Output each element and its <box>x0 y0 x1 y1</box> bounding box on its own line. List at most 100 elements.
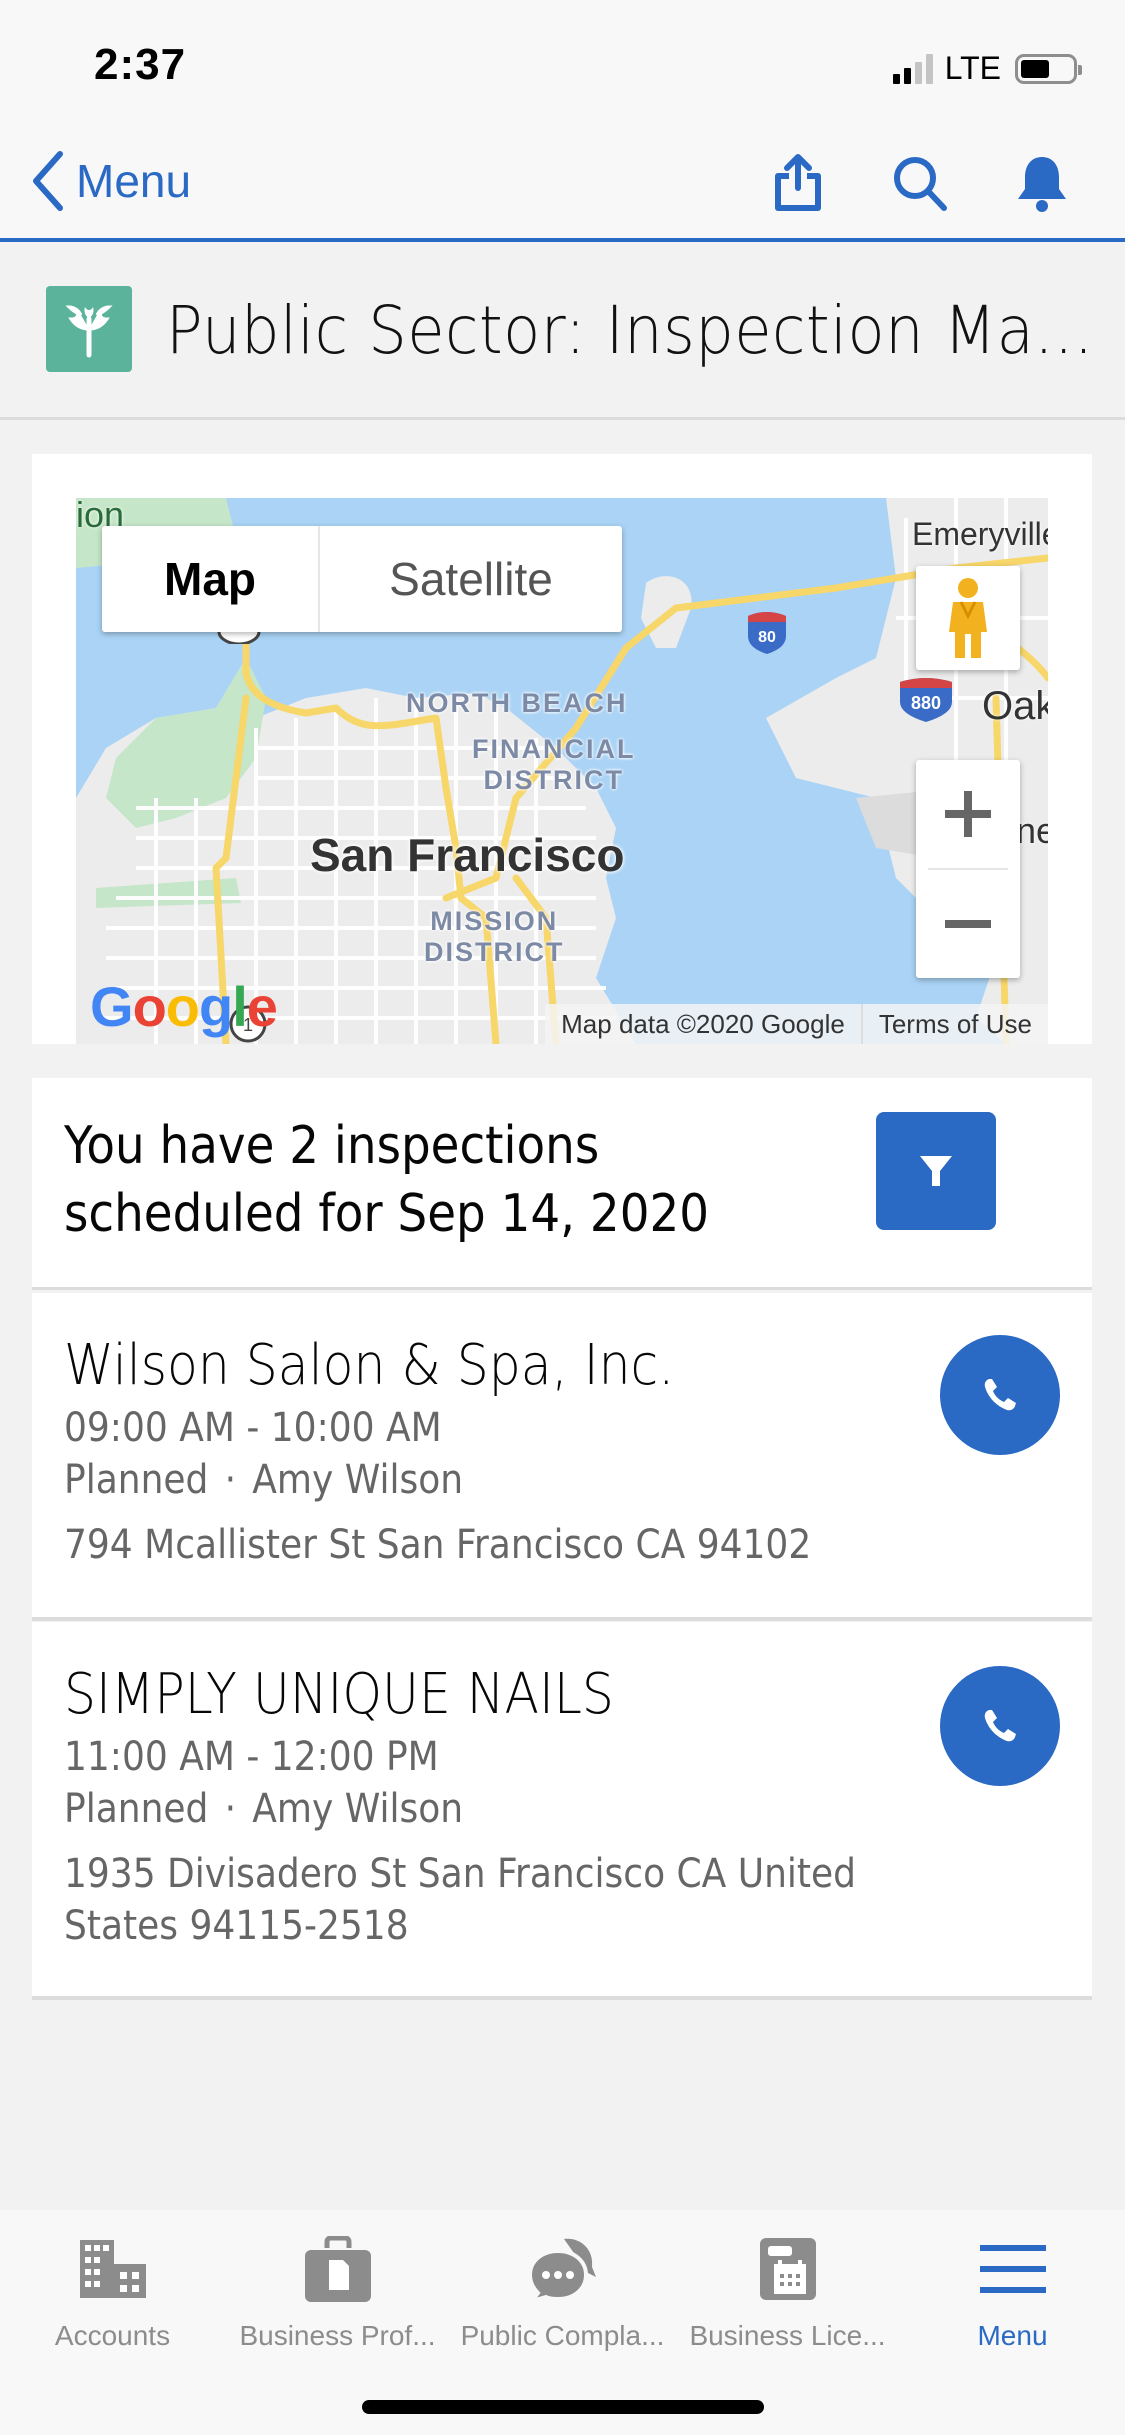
status-bar: 2:37 LTE <box>0 0 1125 132</box>
map-label-financial: FINANCIAL <box>472 734 636 764</box>
app-icon <box>46 286 132 372</box>
back-button[interactable]: Menu <box>30 150 191 212</box>
inspection-name[interactable]: Wilson Salon & Spa, Inc. <box>64 1333 674 1398</box>
google-logo-l: l <box>232 975 248 1038</box>
nav-actions <box>763 148 1077 218</box>
briefcase-icon <box>304 2236 371 2302</box>
phone-icon <box>984 1710 1016 1742</box>
inspection-item[interactable]: SIMPLY UNIQUE NAILS 11:00 AM - 12:00 PM … <box>32 1622 1092 2000</box>
google-logo: Google <box>90 974 278 1039</box>
google-logo-o1: o <box>132 975 167 1038</box>
map-label-north-beach: NORTH BEACH <box>406 688 628 718</box>
map-label-financial-district: FINANCIAL DISTRICT <box>472 734 635 796</box>
map-card: 80 880 1 ion Emeryville Oak ne NORTH BEA… <box>32 454 1092 1044</box>
map-label-financial-district-line2: DISTRICT <box>483 765 624 795</box>
map-label-emeryville: Emeryville <box>912 516 1048 552</box>
zoom-out-button[interactable] <box>916 870 1020 978</box>
notifications-button[interactable] <box>1007 148 1077 218</box>
tab-business-profiles[interactable]: Business Prof... <box>225 2232 450 2352</box>
inspection-status: Planned <box>64 1457 209 1503</box>
zoom-control <box>916 760 1020 978</box>
inspection-name[interactable]: SIMPLY UNIQUE NAILS <box>64 1662 614 1727</box>
map-type-control: Map Satellite <box>102 526 622 632</box>
highway-shield-880: 880 <box>900 678 952 722</box>
inspection-summary: You have 2 inspections scheduled for Sep… <box>32 1078 1092 1290</box>
inspection-inspector: Amy Wilson <box>252 1786 464 1832</box>
map-label-mission: MISSION <box>430 906 559 936</box>
status-time: 2:37 <box>94 40 187 89</box>
calendar-icon <box>759 2238 816 2300</box>
search-icon <box>894 157 947 211</box>
back-label: Menu <box>76 155 192 207</box>
meta-separator: · <box>224 1786 237 1832</box>
call-button[interactable] <box>940 1335 1060 1455</box>
summary-line-1: You have 2 inspections <box>64 1116 600 1176</box>
summary-text: You have 2 inspections scheduled for Sep… <box>64 1112 709 1248</box>
plus-icon <box>945 791 991 837</box>
filter-icon <box>920 1156 952 1186</box>
filter-button[interactable] <box>876 1112 996 1230</box>
google-logo-e: e <box>246 975 278 1038</box>
app-header: Public Sector: Inspection Ma... <box>0 246 1125 420</box>
tab-label: Public Compla... <box>460 2320 665 2351</box>
inspection-time: 11:00 AM - 12:00 PM <box>64 1734 439 1780</box>
inspection-address: 794 Mcallister St San Francisco CA 94102 <box>64 1522 812 1568</box>
network-label: LTE <box>944 50 1001 86</box>
chat-icon <box>527 2238 596 2301</box>
street-view-button[interactable] <box>916 566 1020 670</box>
map-data-credit: Map data ©2020 Google <box>561 1008 845 1039</box>
tab-label: Business Prof... <box>239 2320 436 2351</box>
tab-business-licenses[interactable]: Business Lice... <box>675 2232 900 2352</box>
share-icon <box>775 154 821 211</box>
shield-880-label: 880 <box>911 693 941 713</box>
map-attribution: Map data ©2020 Google Terms of Use <box>545 1004 1048 1044</box>
hamburger-icon <box>979 2245 1046 2293</box>
summary-line-2: scheduled for Sep 14, 2020 <box>64 1184 710 1244</box>
chevron-left-icon <box>33 151 63 211</box>
status-indicators: LTE <box>892 50 1082 87</box>
buildings-icon <box>79 2240 146 2298</box>
map-view[interactable]: 80 880 1 ion Emeryville Oak ne NORTH BEA… <box>76 498 1048 1044</box>
shield-80-label: 80 <box>758 629 776 646</box>
phone-icon <box>984 1379 1016 1411</box>
battery-icon <box>1015 53 1082 84</box>
inspection-status: Planned <box>64 1786 209 1832</box>
tab-label: Menu <box>977 2320 1048 2351</box>
map-label-mission-district-line2: DISTRICT <box>424 937 565 967</box>
google-logo-g2: g <box>199 975 233 1038</box>
meta-separator: · <box>224 1457 237 1503</box>
plant-icon <box>65 305 113 358</box>
tab-public-complaints[interactable]: Public Compla... <box>450 2232 675 2352</box>
map-label-san-francisco: San Francisco <box>310 829 625 881</box>
inspection-item[interactable]: Wilson Salon & Spa, Inc. 09:00 AM - 10:0… <box>32 1293 1092 1621</box>
minus-icon <box>945 920 991 928</box>
google-logo-g: G <box>90 975 134 1038</box>
pegman-icon <box>949 578 987 658</box>
home-indicator[interactable] <box>362 2400 764 2414</box>
tab-accounts[interactable]: Accounts <box>0 2232 225 2352</box>
map-label-oakland: Oak <box>982 684 1048 728</box>
share-button[interactable] <box>763 148 833 218</box>
tab-label: Accounts <box>54 2320 171 2351</box>
nav-bar: Menu <box>0 132 1125 242</box>
page-title: Public Sector: Inspection Ma... <box>166 292 1094 369</box>
google-logo-o2: o <box>165 975 200 1038</box>
map-type-map-button[interactable]: Map <box>102 526 320 632</box>
map-type-satellite-button[interactable]: Satellite <box>320 526 622 632</box>
inspection-address: 1935 Divisadero St San Francisco CA Unit… <box>64 1851 857 1949</box>
map-label-partial-right: ne <box>1016 810 1048 851</box>
inspection-time: 09:00 AM - 10:00 AM <box>64 1405 442 1451</box>
zoom-in-button[interactable] <box>916 760 1020 868</box>
tab-label: Business Lice... <box>689 2320 886 2351</box>
signal-icon <box>892 53 933 84</box>
search-button[interactable] <box>885 148 955 218</box>
tab-menu[interactable]: Menu <box>900 2232 1125 2352</box>
map-label-mission-district: MISSION DISTRICT <box>424 906 565 968</box>
highway-shield-80: 80 <box>748 612 786 654</box>
inspection-meta: Planned · Amy Wilson <box>64 1457 463 1503</box>
inspection-inspector: Amy Wilson <box>252 1457 464 1503</box>
terms-of-use-link[interactable]: Terms of Use <box>863 1009 1048 1040</box>
call-button[interactable] <box>940 1666 1060 1786</box>
inspection-meta: Planned · Amy Wilson <box>64 1786 463 1832</box>
bell-icon <box>1018 157 1066 212</box>
